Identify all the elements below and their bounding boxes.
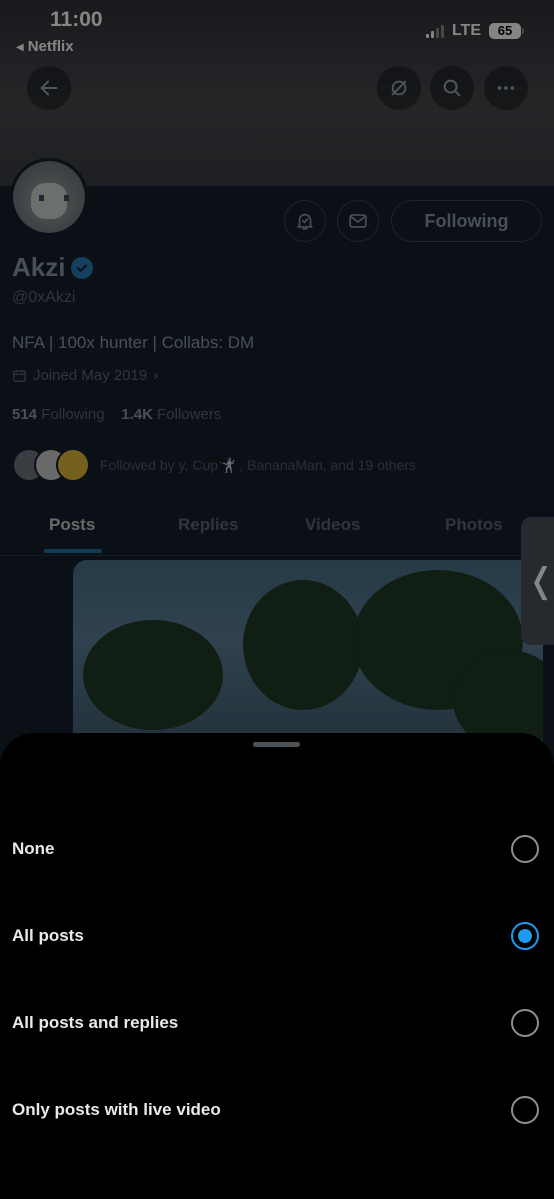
notification-settings-sheet: None All posts All posts and replies Onl… bbox=[0, 733, 554, 1199]
option-none[interactable]: None bbox=[0, 819, 554, 879]
option-all-posts-and-replies[interactable]: All posts and replies bbox=[0, 993, 554, 1053]
option-live-video[interactable]: Only posts with live video bbox=[0, 1080, 554, 1140]
radio-button-selected[interactable] bbox=[511, 922, 539, 950]
radio-button[interactable] bbox=[511, 835, 539, 863]
option-label: None bbox=[12, 839, 55, 858]
option-label: Only posts with live video bbox=[12, 1100, 221, 1119]
option-label: All posts bbox=[12, 926, 84, 945]
radio-button[interactable] bbox=[511, 1009, 539, 1037]
option-all-posts[interactable]: All posts bbox=[0, 906, 554, 966]
sheet-grabber[interactable] bbox=[253, 742, 300, 747]
option-label: All posts and replies bbox=[12, 1013, 179, 1032]
radio-button[interactable] bbox=[511, 1096, 539, 1124]
